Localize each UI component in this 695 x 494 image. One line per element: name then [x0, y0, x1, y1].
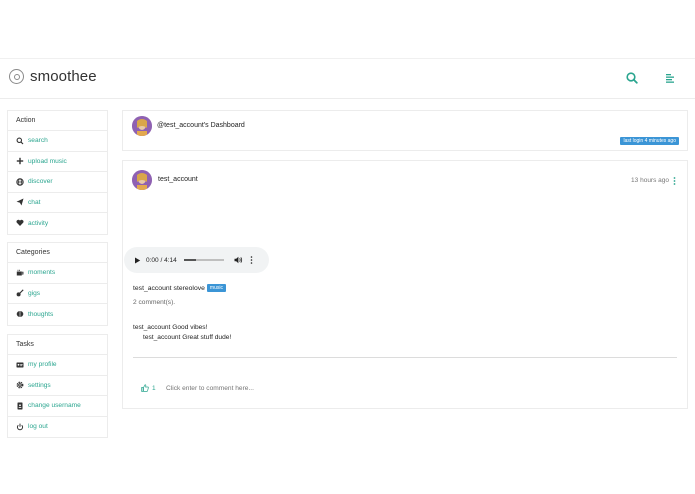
post-card: test_account 13 hours ago 0:00 / 4:14 te… — [122, 160, 688, 409]
sidebar-item-thoughts[interactable]: thoughts — [8, 304, 107, 325]
more-options-icon[interactable] — [673, 177, 676, 185]
music-tag[interactable]: music — [206, 284, 226, 292]
sidebar-item-upload-music[interactable]: upload music — [8, 152, 107, 172]
post-time: 13 hours ago — [631, 177, 669, 184]
sidebar-item-label: my profile — [28, 361, 57, 369]
dashboard-title: @test_account's Dashboard — [157, 122, 245, 129]
audio-player[interactable]: 0:00 / 4:14 — [124, 247, 269, 273]
sidebar-item-label: change username — [28, 402, 81, 410]
sidebar-item-log-out[interactable]: log out — [8, 417, 107, 438]
like-button[interactable]: 1 — [141, 384, 156, 392]
comment-user[interactable]: test_account — [143, 334, 180, 341]
like-count: 1 — [152, 384, 156, 392]
comment-divider — [133, 357, 677, 358]
globe-icon — [16, 178, 24, 186]
sidebar-item-label: chat — [28, 198, 41, 206]
action-heading: Action — [8, 111, 107, 131]
sidebar-item-activity[interactable]: activity — [8, 213, 107, 234]
play-icon[interactable] — [134, 257, 141, 264]
comment-reply: test_account Great stuff dude! — [143, 334, 231, 341]
avatar[interactable] — [132, 116, 152, 136]
sidebar-item-label: settings — [28, 381, 51, 389]
volume-icon[interactable] — [234, 256, 243, 264]
id-card-icon — [16, 361, 24, 369]
sidebar-item-discover[interactable]: discover — [8, 172, 107, 193]
sidebar-item-moments[interactable]: moments — [8, 263, 107, 284]
dashboard-card: @test_account's Dashboard last login 4 m… — [122, 110, 688, 151]
audio-time: 0:00 / 4:14 — [146, 256, 177, 264]
menu-icon[interactable] — [663, 71, 677, 85]
search-icon[interactable] — [625, 71, 639, 85]
sidebar-item-label: activity — [28, 219, 49, 227]
comment-text: Good vibes! — [172, 324, 208, 331]
action-panel: Action search upload music discover chat… — [7, 110, 108, 235]
audio-buffered — [183, 259, 196, 261]
heart-icon — [16, 219, 24, 227]
sidebar-item-my-profile[interactable]: my profile — [8, 355, 107, 376]
paper-plane-icon — [16, 198, 24, 206]
audio-progress-bar[interactable] — [183, 259, 224, 261]
sidebar-item-label: moments — [28, 269, 56, 277]
caption-text: stereolove — [173, 284, 205, 292]
sidebar-item-label: thoughts — [28, 310, 54, 318]
gear-icon — [16, 381, 24, 389]
sidebar-item-label: gigs — [28, 289, 41, 297]
brand[interactable]: smoothee — [9, 68, 97, 85]
sidebar-item-search[interactable]: search — [8, 131, 107, 152]
comment-count[interactable]: 2 comment(s). — [133, 299, 175, 306]
last-login-badge: last login 4 minutes ago — [620, 137, 679, 145]
sidebar-item-settings[interactable]: settings — [8, 376, 107, 396]
brand-name: smoothee — [30, 68, 97, 85]
plus-icon — [16, 157, 24, 165]
categories-panel: Categories moments gigs thoughts — [7, 242, 108, 326]
categories-heading: Categories — [8, 243, 107, 263]
post-caption: test_account stereolove music — [133, 284, 226, 292]
sidebar-item-change-username[interactable]: change username — [8, 396, 107, 417]
sidebar-item-label: log out — [28, 423, 48, 431]
tasks-heading: Tasks — [8, 335, 107, 355]
thumbs-up-icon — [141, 384, 149, 392]
guitar-icon — [16, 289, 24, 297]
comment-text: Great stuff dude! — [182, 334, 232, 341]
sidebar-item-label: search — [28, 137, 48, 145]
caption-user[interactable]: test_account — [133, 285, 172, 292]
comment-user[interactable]: test_account — [133, 324, 170, 331]
id-badge-icon — [16, 402, 24, 410]
brain-icon — [16, 310, 24, 318]
comment-input[interactable] — [166, 381, 466, 395]
avatar[interactable] — [132, 170, 152, 190]
tasks-panel: Tasks my profile settings change usernam… — [7, 334, 108, 438]
vinyl-logo-icon — [9, 69, 24, 84]
post-username[interactable]: test_account — [158, 176, 198, 183]
sidebar-item-label: upload music — [28, 157, 67, 165]
sidebar-item-label: discover — [28, 178, 53, 186]
sidebar-item-gigs[interactable]: gigs — [8, 284, 107, 304]
comment-item: test_account Good vibes! — [133, 324, 207, 331]
coffee-icon — [16, 269, 24, 277]
power-icon — [16, 423, 24, 431]
top-navbar: smoothee — [0, 58, 695, 99]
sidebar-item-chat[interactable]: chat — [8, 193, 107, 213]
search-icon — [16, 137, 24, 145]
player-more-icon[interactable] — [250, 256, 253, 264]
